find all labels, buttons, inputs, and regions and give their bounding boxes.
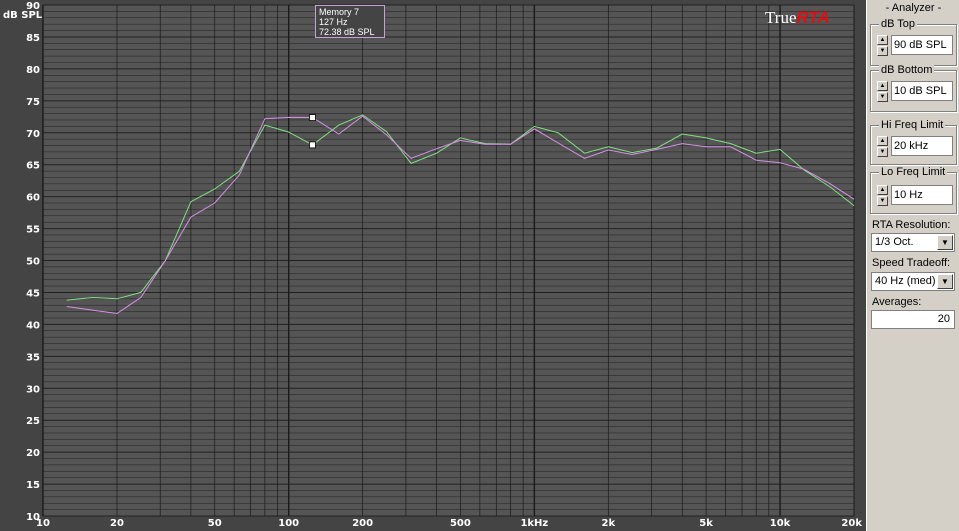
rta-resolution-select[interactable]: 1/3 Oct. ▼ [871,233,955,252]
db-top-spinner[interactable]: ▲ ▼ [877,35,888,57]
truerta-logo: TrueRTA [765,8,830,27]
x-tick-label: 50 [208,518,222,529]
y-tick-label: 55 [26,225,40,236]
memory-name: Memory 7 [319,7,360,17]
db-bottom-field[interactable]: 10 dB SPL [891,81,953,101]
y-tick-label: 60 [26,193,40,204]
db-top-group: dB Top ▲ ▼ 90 dB SPL [870,18,957,66]
spin-up-icon[interactable]: ▲ [877,81,888,91]
x-tick-label: 10 [36,518,50,529]
y-tick-label: 65 [26,161,40,172]
x-tick-label: 100 [278,518,299,529]
x-axis-labels: 10 20 50 100 200 500 1kHz 2k 5k 10k 20k [36,518,862,529]
x-tick-label: 500 [450,518,471,529]
x-tick-label: 1kHz [520,518,548,529]
spin-down-icon[interactable]: ▼ [877,92,888,102]
db-top-label: dB Top [879,18,918,30]
y-tick-label: 80 [26,65,40,76]
x-tick-label: 200 [352,518,373,529]
y-tick-label: 40 [26,320,40,331]
y-unit-label: dB SPL [3,10,43,21]
db-bottom-spinner[interactable]: ▲ ▼ [877,81,888,103]
x-tick-label: 20k [841,518,862,529]
hi-freq-label: Hi Freq Limit [879,119,946,131]
y-tick-label: 75 [26,97,40,108]
spin-up-icon[interactable]: ▲ [877,185,888,195]
speed-tradeoff-select[interactable]: 40 Hz (med) ▼ [871,272,955,291]
x-tick-label: 2k [602,518,616,529]
y-tick-label: 70 [26,129,40,140]
rta-plot[interactable]: 90 85 80 75 70 65 60 55 50 45 40 35 30 25 20 15 10 10 20 5… [0,0,866,531]
x-tick-label: 20 [110,518,124,529]
spin-down-icon[interactable]: ▼ [877,196,888,206]
dropdown-arrow-icon[interactable]: ▼ [937,274,953,289]
y-tick-label: 15 [26,480,40,491]
x-tick-label: 10k [770,518,791,529]
hi-freq-spinner[interactable]: ▲ ▼ [877,136,888,158]
grid-lines [42,4,855,517]
x-tick-label: 5k [699,518,713,529]
y-tick-label: 35 [26,352,40,363]
y-tick-label: 85 [26,33,40,44]
speed-tradeoff-label: Speed Tradeoff: [872,257,951,269]
spin-up-icon[interactable]: ▲ [877,35,888,45]
dropdown-arrow-icon[interactable]: ▼ [937,235,953,250]
speed-tradeoff-value: 40 Hz (med) [875,275,936,287]
panel-title: - Analyzer - [885,2,942,14]
memory-tooltip: Memory 7 127 Hz 72.38 dB SPL [315,5,385,38]
rta-graph[interactable]: 9085807570656055504540353025201510 10 20 5… [0,0,866,531]
rta-resolution-label: RTA Resolution: [872,219,951,231]
rta-resolution-value: 1/3 Oct. [875,236,914,248]
lo-freq-spinner[interactable]: ▲ ▼ [877,185,888,207]
y-tick-label: 30 [26,384,40,395]
y-tick-label: 50 [26,257,40,268]
y-tick-label: 20 [26,448,40,459]
db-bottom-group: dB Bottom ▲ ▼ 10 dB SPL [870,64,957,112]
lo-freq-field[interactable]: 10 Hz [891,185,953,205]
y-tick-label: 25 [26,416,40,427]
memory-frequency: 127 Hz [319,17,348,27]
y-tick-label: 45 [26,288,40,299]
spin-down-icon[interactable]: ▼ [877,46,888,56]
cursor-marker [309,141,316,149]
cursor-marker [309,114,316,121]
db-top-field[interactable]: 90 dB SPL [891,35,953,55]
memory-level: 72.38 dB SPL [319,27,375,37]
hi-freq-field[interactable]: 20 kHz [891,136,953,156]
y-axis-labels: 9085807570656055504540353025201510 [26,1,40,523]
spin-down-icon[interactable]: ▼ [877,147,888,157]
analyzer-panel: - Analyzer - dB Top ▲ ▼ 90 dB SPL dB Bott… [866,0,959,531]
db-bottom-label: dB Bottom [879,64,935,76]
averages-field[interactable]: 20 [871,310,955,329]
spin-up-icon[interactable]: ▲ [877,136,888,146]
lo-freq-group: Lo Freq Limit ▲ ▼ 10 Hz [870,166,957,214]
averages-label: Averages: [872,296,922,308]
hi-freq-group: Hi Freq Limit ▲ ▼ 20 kHz [870,119,957,165]
lo-freq-label: Lo Freq Limit [879,166,948,178]
